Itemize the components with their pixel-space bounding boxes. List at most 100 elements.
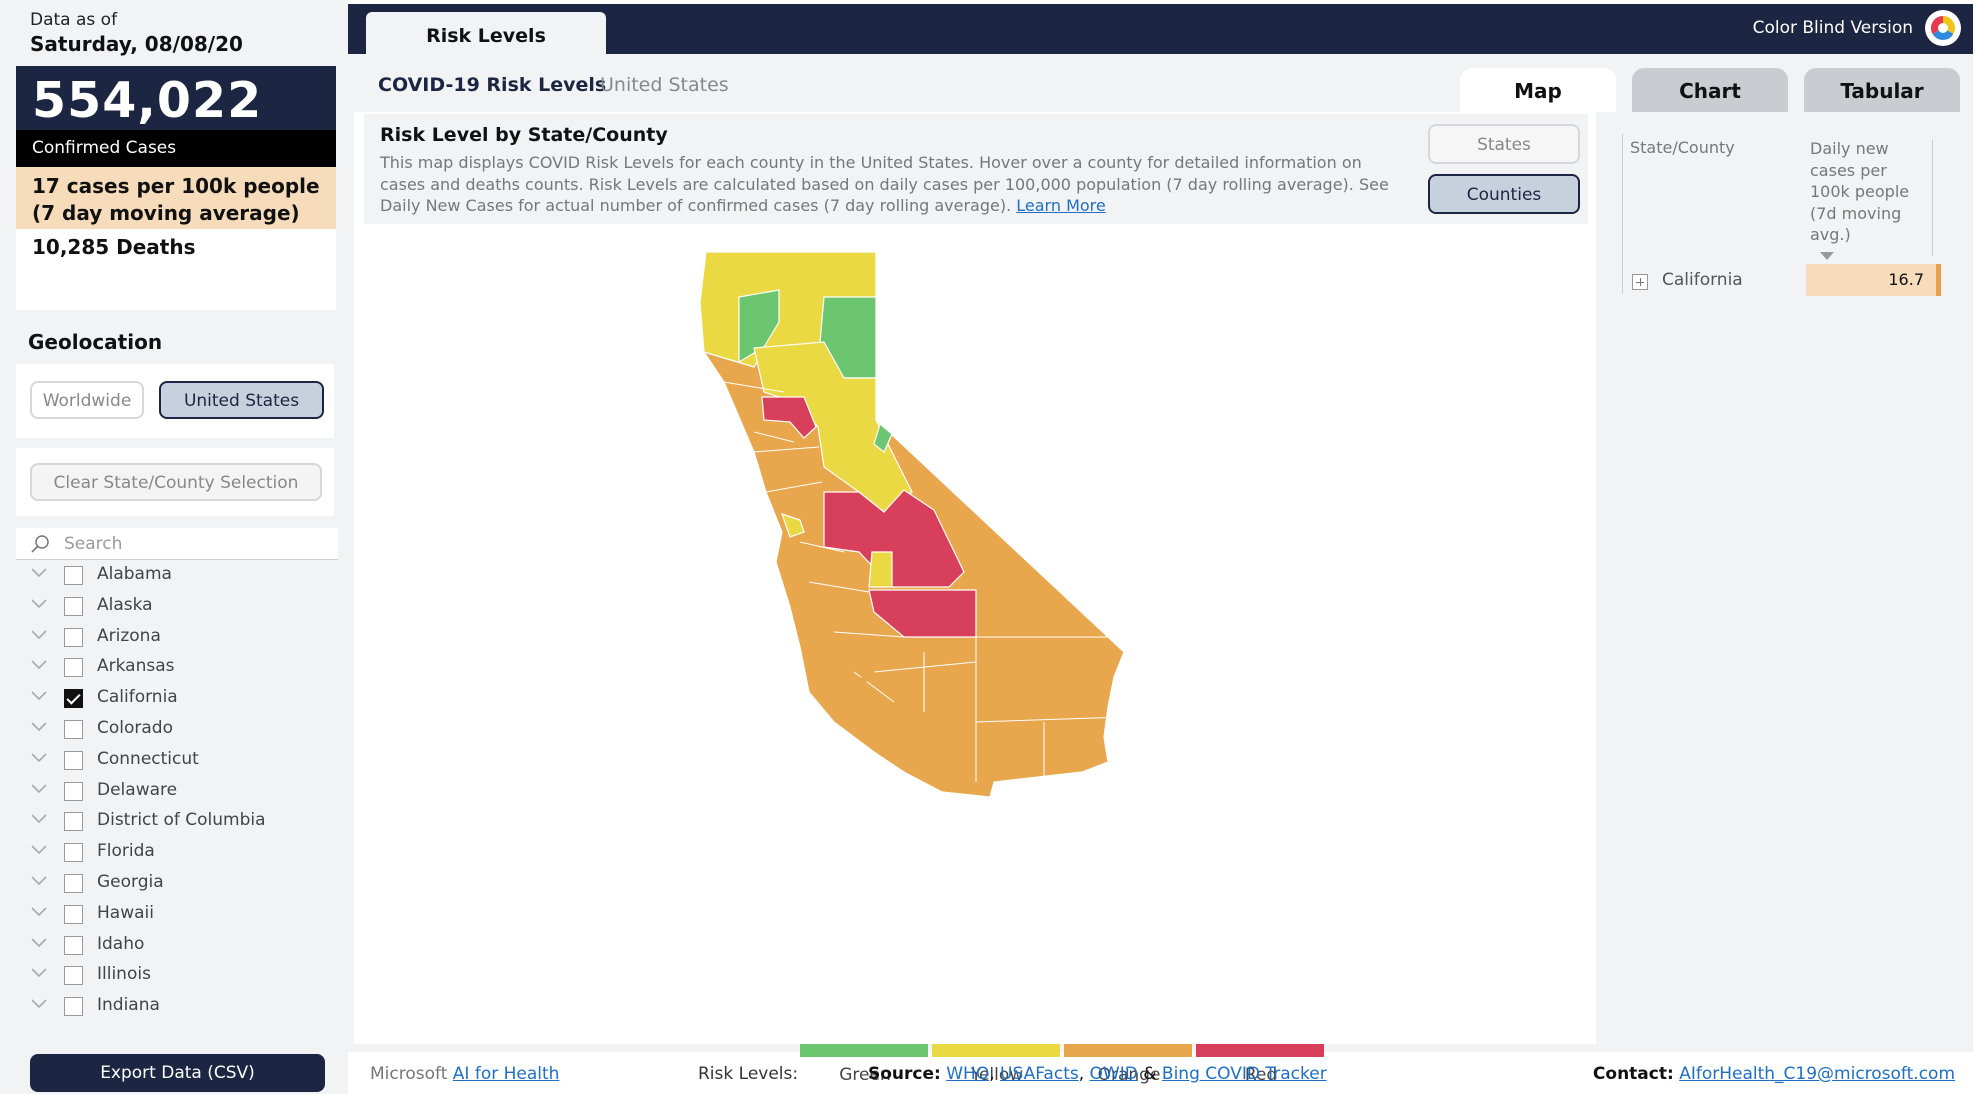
tab-chart[interactable]: Chart: [1632, 68, 1788, 112]
confirmed-cases-value: 554,022: [16, 66, 336, 130]
state-checkbox[interactable]: [64, 627, 83, 647]
export-csv-button[interactable]: Export Data (CSV): [30, 1054, 325, 1092]
state-name: Hawaii: [97, 902, 154, 923]
table-header-state[interactable]: State/County: [1630, 138, 1735, 157]
list-item[interactable]: Alabama: [16, 560, 338, 591]
geolocation-title: Geolocation: [28, 330, 163, 354]
state-checkbox[interactable]: [64, 566, 83, 585]
list-item[interactable]: Arizona: [16, 622, 338, 653]
list-item[interactable]: Florida: [16, 837, 338, 868]
footer-microsoft: Microsoft: [370, 1064, 448, 1084]
clear-selection-box: Clear State/County Selection: [16, 448, 334, 516]
source-and: &: [1143, 1064, 1157, 1084]
left-panel: Data as of Saturday, 08/08/20 554,022 Co…: [0, 0, 348, 1094]
chevron-down-icon[interactable]: [30, 629, 48, 641]
state-name: Connecticut: [97, 748, 199, 769]
color-blind-icon[interactable]: [1925, 10, 1961, 46]
state-name: Delaware: [97, 779, 178, 800]
chevron-down-icon[interactable]: [30, 783, 48, 795]
worldwide-button[interactable]: Worldwide: [30, 381, 144, 419]
state-name: Arizona: [97, 625, 161, 646]
state-name: Idaho: [97, 933, 145, 954]
tab-tabular[interactable]: Tabular: [1804, 68, 1960, 112]
footer-contact: Contact: AIforHealth_C19@microsoft.com: [1593, 1064, 1955, 1084]
state-name: Alabama: [97, 564, 172, 584]
state-checkbox[interactable]: [64, 843, 83, 863]
chevron-down-icon[interactable]: [30, 967, 48, 979]
list-item[interactable]: Georgia: [16, 868, 338, 899]
state-checkbox[interactable]: [64, 873, 83, 893]
state-name: California: [97, 687, 178, 708]
state-name: Indiana: [97, 995, 160, 1016]
search-icon: [31, 535, 49, 553]
state-checkbox[interactable]: [64, 596, 83, 616]
table-row[interactable]: California 16.7: [1622, 264, 1942, 296]
chevron-down-icon[interactable]: [30, 813, 48, 825]
cases-per-100k: 17 cases per 100k people (7 day moving a…: [16, 167, 336, 229]
chevron-down-icon[interactable]: [30, 937, 48, 949]
state-checkbox[interactable]: [64, 750, 83, 770]
tab-risk-levels[interactable]: Risk Levels: [366, 12, 606, 58]
ai-for-health-link[interactable]: AI for Health: [453, 1064, 560, 1084]
clear-selection-button[interactable]: Clear State/County Selection: [30, 463, 322, 501]
map-info-title: Risk Level by State/County: [380, 124, 668, 146]
california-county-map[interactable]: [694, 252, 1154, 902]
list-item[interactable]: Connecticut: [16, 745, 338, 776]
state-checkbox[interactable]: [64, 781, 83, 801]
united-states-button[interactable]: United States: [159, 381, 324, 419]
map-info-description: This map displays COVID Risk Levels for …: [380, 152, 1410, 217]
chevron-down-icon[interactable]: [30, 998, 48, 1010]
state-name: Illinois: [97, 964, 151, 985]
search-box[interactable]: Search: [16, 528, 338, 560]
chevron-down-icon[interactable]: [30, 844, 48, 856]
list-item[interactable]: Idaho: [16, 930, 338, 961]
state-checkbox[interactable]: [64, 689, 83, 709]
chevron-down-icon[interactable]: [30, 721, 48, 733]
list-item[interactable]: Arkansas: [16, 652, 338, 683]
chevron-down-icon[interactable]: [30, 690, 48, 702]
source-who-link[interactable]: WHO: [946, 1064, 989, 1084]
state-checkbox[interactable]: [64, 812, 83, 832]
county-region-yellow-kings[interactable]: [868, 551, 893, 588]
table-body: State/County Daily new cases per 100k pe…: [1622, 134, 1942, 974]
state-checkbox[interactable]: [64, 935, 83, 955]
deaths-count: 10,285 Deaths: [32, 235, 196, 259]
state-name: District of Columbia: [97, 810, 266, 831]
chevron-down-icon[interactable]: [30, 875, 48, 887]
counties-button[interactable]: Counties: [1428, 174, 1580, 214]
learn-more-link[interactable]: Learn More: [1016, 196, 1105, 215]
contact-email-link[interactable]: AIforHealth_C19@microsoft.com: [1679, 1064, 1955, 1084]
list-item[interactable]: California: [16, 683, 338, 714]
top-bar: Risk Levels Color Blind Version: [348, 4, 1973, 58]
table-value-bar: [1936, 264, 1941, 296]
state-checkbox[interactable]: [64, 719, 83, 739]
table-header-daily-cases[interactable]: Daily new cases per 100k people (7d movi…: [1810, 138, 1920, 246]
state-name: Arkansas: [97, 656, 175, 677]
source-owid-link[interactable]: OWID: [1090, 1064, 1138, 1084]
tab-map[interactable]: Map: [1460, 68, 1616, 112]
list-item[interactable]: Hawaii: [16, 899, 338, 930]
chevron-down-icon[interactable]: [30, 598, 48, 610]
state-checkbox[interactable]: [64, 997, 83, 1017]
state-checkbox[interactable]: [64, 966, 83, 986]
list-item[interactable]: Alaska: [16, 591, 338, 622]
search-input[interactable]: Search: [64, 534, 122, 554]
chevron-down-icon[interactable]: [30, 906, 48, 918]
list-item[interactable]: Colorado: [16, 714, 338, 745]
list-item[interactable]: District of Columbia: [16, 806, 338, 837]
source-bing-link[interactable]: Bing COVID Tracker: [1162, 1064, 1327, 1084]
color-blind-label[interactable]: Color Blind Version: [1753, 18, 1913, 38]
chevron-down-icon[interactable]: [30, 567, 48, 579]
source-usafacts-link[interactable]: USAFacts: [1000, 1064, 1079, 1084]
list-item[interactable]: Delaware: [16, 776, 338, 807]
state-checkbox[interactable]: [64, 658, 83, 678]
list-item[interactable]: Indiana: [16, 991, 338, 1022]
main-area: COVID-19 Risk Levels United States Map C…: [348, 54, 1973, 1085]
states-button[interactable]: States: [1428, 124, 1580, 164]
expand-icon[interactable]: [1632, 274, 1648, 290]
list-item[interactable]: Illinois: [16, 960, 338, 991]
chevron-down-icon[interactable]: [30, 659, 48, 671]
state-checkbox[interactable]: [64, 904, 83, 924]
chevron-down-icon[interactable]: [30, 752, 48, 764]
sort-descending-icon[interactable]: [1820, 252, 1834, 260]
